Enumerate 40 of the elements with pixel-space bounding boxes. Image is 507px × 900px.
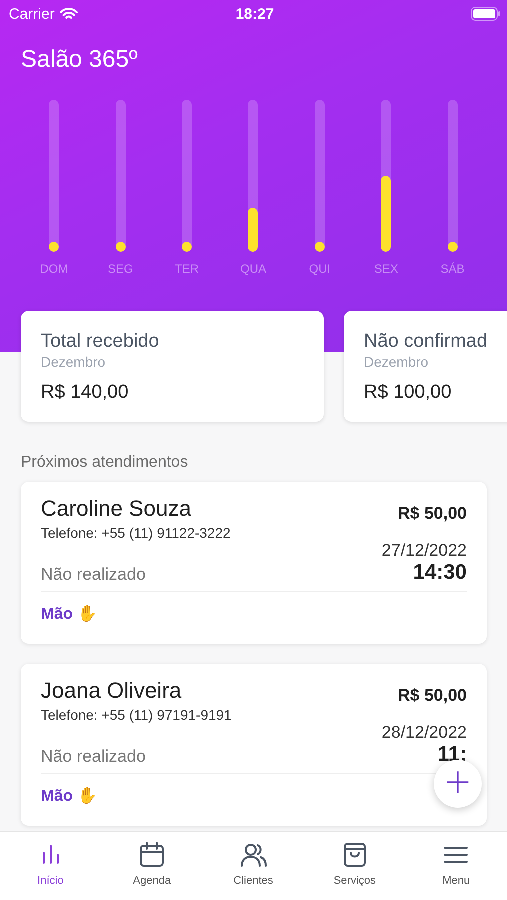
price: R$ 50,00 [398,686,467,707]
day-label: QUA [240,262,266,276]
price: R$ 50,00 [398,504,467,525]
time: 14:30 [413,561,467,585]
wifi-icon [60,8,78,20]
date: 28/12/2022 [382,723,467,743]
card-period: Dezembro [364,354,430,370]
carrier-label: Carrier [9,6,55,22]
date: 27/12/2022 [382,541,467,561]
section-title: Próximos atendimentos [21,454,190,472]
people-icon [240,841,268,869]
phone-number: Telefone: +55 (11) 97191-9191 [41,707,232,723]
tab[interactable]: Início [0,832,102,900]
card-period: Dezembro [41,354,107,370]
day-label: QUI [309,262,331,276]
card-amount: R$ 140,00 [41,382,130,404]
card-amount: R$ 100,00 [364,382,453,404]
appointment-card[interactable]: Caroline Souza Telefone: +55 (11) 91122-3222 R$ 50,00 Não realizado 27/12/2022 14:30 Mão ✋ [21,482,487,644]
tab[interactable]: Menu [406,832,507,900]
day-label: DOM [40,262,68,276]
day-label: SEG [108,262,134,276]
calendar-icon [138,841,166,869]
tab[interactable]: Agenda [101,832,203,900]
client-name: Joana Oliveira [41,678,183,704]
day-label: SÁB [440,262,465,276]
tab[interactable]: Serviços [304,832,406,900]
service-name: Mão ✋ [41,604,98,624]
card-title: Não confirmad [364,331,489,353]
day-label: TER [175,262,200,276]
status-label: Não realizado [41,747,146,767]
day-label: SEX [374,262,398,276]
phone-number: Telefone: +55 (11) 91122-3222 [41,525,231,541]
status-label: Não realizado [41,565,146,585]
client-name: Caroline Souza [41,496,192,522]
app-title: Salão 365º [21,46,139,75]
battery-icon [471,7,501,21]
card-title: Total recebido [41,331,160,353]
tab[interactable]: Clientes [202,832,304,900]
clock: 18:27 [236,6,274,22]
service-name: Mão ✋ [41,786,98,806]
